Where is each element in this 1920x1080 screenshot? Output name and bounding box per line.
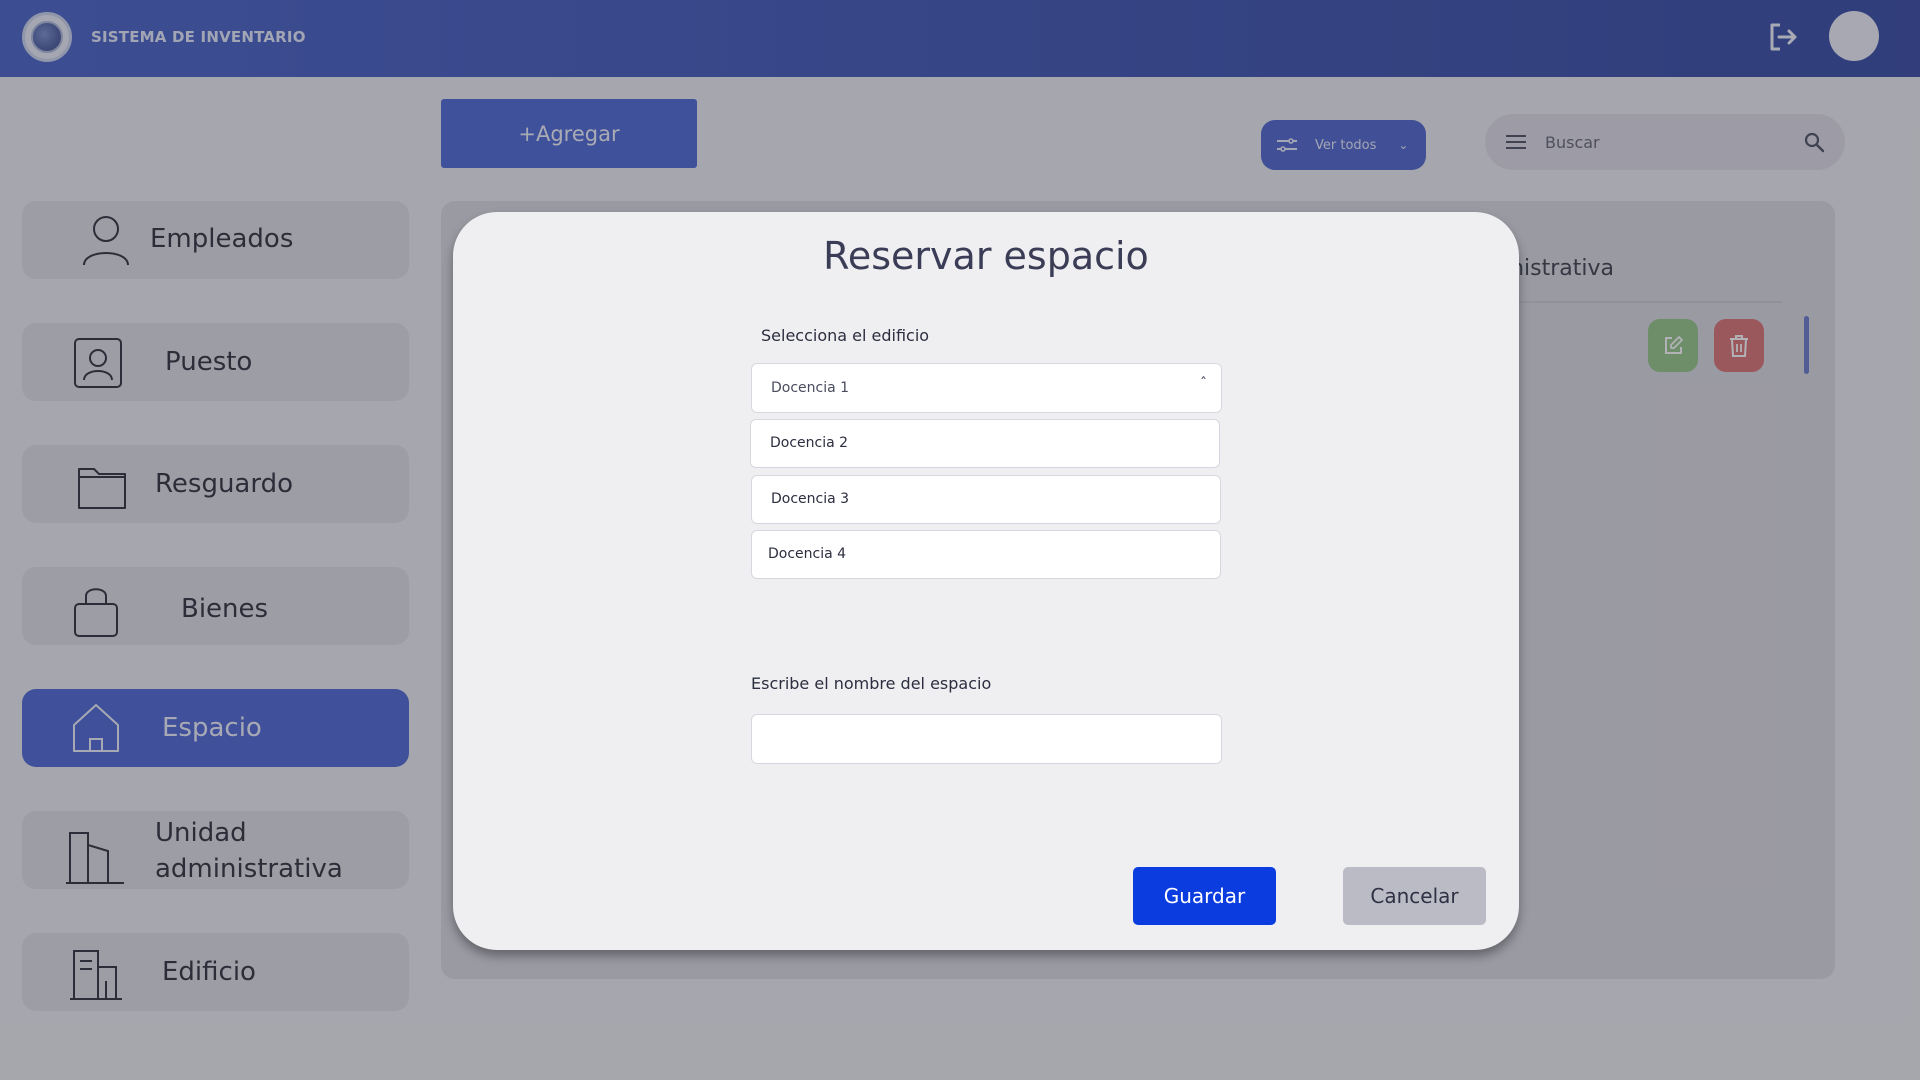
option-label: Docencia 2	[770, 435, 849, 451]
reserve-space-modal: Reservar espacio Selecciona el edificio …	[453, 212, 1519, 950]
building-option[interactable]: Docencia 3	[751, 475, 1221, 524]
cancel-button[interactable]: Cancelar	[1343, 867, 1486, 925]
building-select[interactable]: Docencia 1 ˆ	[751, 363, 1222, 413]
save-button[interactable]: Guardar	[1133, 867, 1276, 925]
building-selected-value: Docencia 1	[771, 380, 850, 396]
building-option[interactable]: Docencia 2	[750, 419, 1220, 468]
chevron-up-icon: ˆ	[1200, 376, 1207, 392]
option-label: Docencia 4	[768, 546, 847, 562]
building-option[interactable]: Docencia 4	[751, 530, 1221, 579]
modal-title: Reservar espacio	[823, 234, 1149, 278]
building-label: Selecciona el edificio	[761, 326, 930, 345]
option-label: Docencia 3	[771, 491, 850, 507]
space-name-label: Escribe el nombre del espacio	[751, 674, 992, 693]
space-name-input[interactable]	[751, 714, 1222, 764]
